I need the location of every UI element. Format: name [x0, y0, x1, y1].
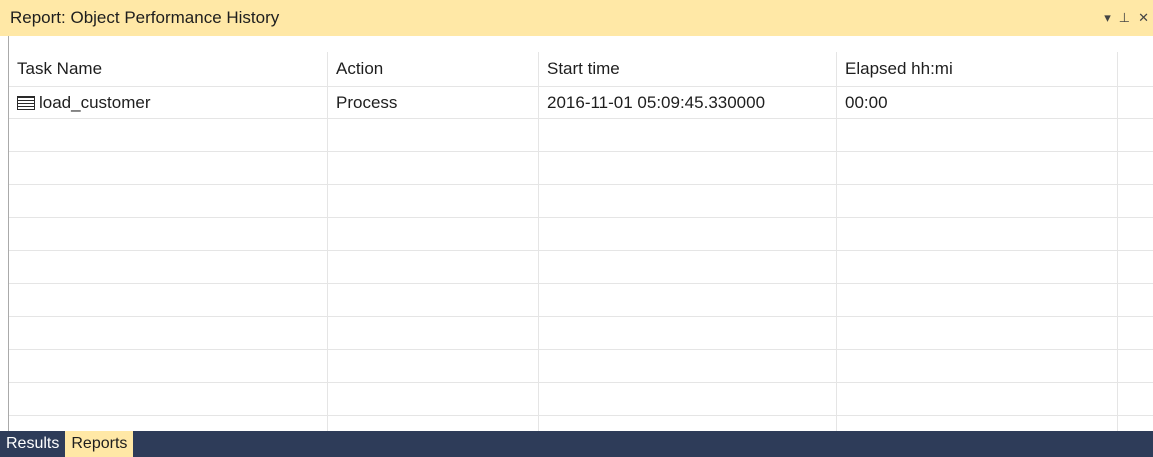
column-header-elapsed[interactable]: Elapsed hh:mi [837, 52, 1118, 86]
empty-cell [539, 152, 837, 185]
cell-start-time[interactable]: 2016-11-01 05:09:45.330000 [539, 86, 837, 119]
task-list-icon [17, 95, 35, 110]
empty-cell [1118, 119, 1153, 152]
empty-row [9, 416, 1153, 431]
empty-cell [9, 119, 328, 152]
empty-row [9, 119, 1153, 152]
empty-cell [539, 119, 837, 152]
empty-cell [328, 350, 539, 383]
empty-cell [837, 284, 1118, 317]
empty-cell [837, 317, 1118, 350]
close-icon[interactable]: ✕ [1134, 10, 1153, 26]
cell-elapsed[interactable]: 00:00 [837, 86, 1118, 119]
empty-cell [1118, 350, 1153, 383]
empty-cell [328, 218, 539, 251]
empty-row [9, 284, 1153, 317]
pin-icon[interactable]: ⊥ [1115, 10, 1134, 26]
column-header-action[interactable]: Action [328, 52, 539, 86]
empty-row [9, 218, 1153, 251]
empty-cell [9, 383, 328, 416]
empty-cell [539, 383, 837, 416]
grid-rows: load_customer Process 2016-11-01 05:09:4… [9, 86, 1153, 431]
empty-row [9, 383, 1153, 416]
empty-cell [837, 152, 1118, 185]
empty-cell [837, 251, 1118, 284]
empty-cell [539, 251, 837, 284]
task-name-text: load_customer [39, 92, 151, 112]
empty-cell [328, 251, 539, 284]
empty-cell [539, 185, 837, 218]
empty-cell [539, 218, 837, 251]
panel-titlebar: Report: Object Performance History ▾ ⊥ ✕ [0, 0, 1153, 36]
empty-cell [539, 350, 837, 383]
empty-cell [328, 119, 539, 152]
empty-cell [837, 350, 1118, 383]
empty-cell [9, 152, 328, 185]
bottom-tabbar: Results Reports [0, 431, 1153, 457]
empty-cell [539, 284, 837, 317]
empty-cell [328, 416, 539, 431]
empty-cell [328, 152, 539, 185]
empty-cell [1118, 383, 1153, 416]
report-grid: Task Name Action Start time Elapsed hh:m… [8, 36, 1153, 431]
dropdown-icon[interactable]: ▾ [1100, 10, 1115, 26]
empty-row [9, 350, 1153, 383]
empty-row [9, 152, 1153, 185]
column-header-start-time[interactable]: Start time [539, 52, 837, 86]
panel-title: Report: Object Performance History [10, 8, 280, 27]
tab-results[interactable]: Results [0, 431, 65, 457]
empty-cell [9, 251, 328, 284]
empty-cell [1118, 152, 1153, 185]
table-row[interactable]: load_customer Process 2016-11-01 05:09:4… [9, 86, 1153, 119]
empty-cell [837, 119, 1118, 152]
column-header-task-name[interactable]: Task Name [9, 52, 328, 86]
empty-cell [1118, 185, 1153, 218]
empty-cell [9, 350, 328, 383]
empty-row [9, 317, 1153, 350]
empty-cell [9, 317, 328, 350]
empty-cell [9, 218, 328, 251]
empty-cell [328, 284, 539, 317]
title-tools: ▾ ⊥ ✕ [1100, 0, 1153, 36]
empty-cell [1118, 251, 1153, 284]
empty-cell [9, 416, 328, 431]
empty-row [9, 251, 1153, 284]
empty-cell [1118, 284, 1153, 317]
cell-filler [1118, 86, 1153, 119]
empty-cell [837, 383, 1118, 416]
empty-cell [328, 383, 539, 416]
empty-cell [539, 317, 837, 350]
empty-cell [1118, 317, 1153, 350]
empty-cell [9, 284, 328, 317]
empty-cell [1118, 218, 1153, 251]
empty-cell [837, 416, 1118, 431]
report-panel: Report: Object Performance History ▾ ⊥ ✕… [0, 0, 1153, 457]
empty-cell [837, 185, 1118, 218]
column-header-filler [1118, 52, 1153, 86]
grid-header: Task Name Action Start time Elapsed hh:m… [9, 52, 1153, 87]
empty-cell [328, 185, 539, 218]
tab-reports[interactable]: Reports [65, 431, 134, 457]
empty-cell [837, 218, 1118, 251]
empty-cell [328, 317, 539, 350]
empty-cell [9, 185, 328, 218]
empty-row [9, 185, 1153, 218]
cell-action[interactable]: Process [328, 86, 539, 119]
cell-task-name[interactable]: load_customer [9, 86, 328, 119]
empty-cell [539, 416, 837, 431]
empty-cell [1118, 416, 1153, 431]
